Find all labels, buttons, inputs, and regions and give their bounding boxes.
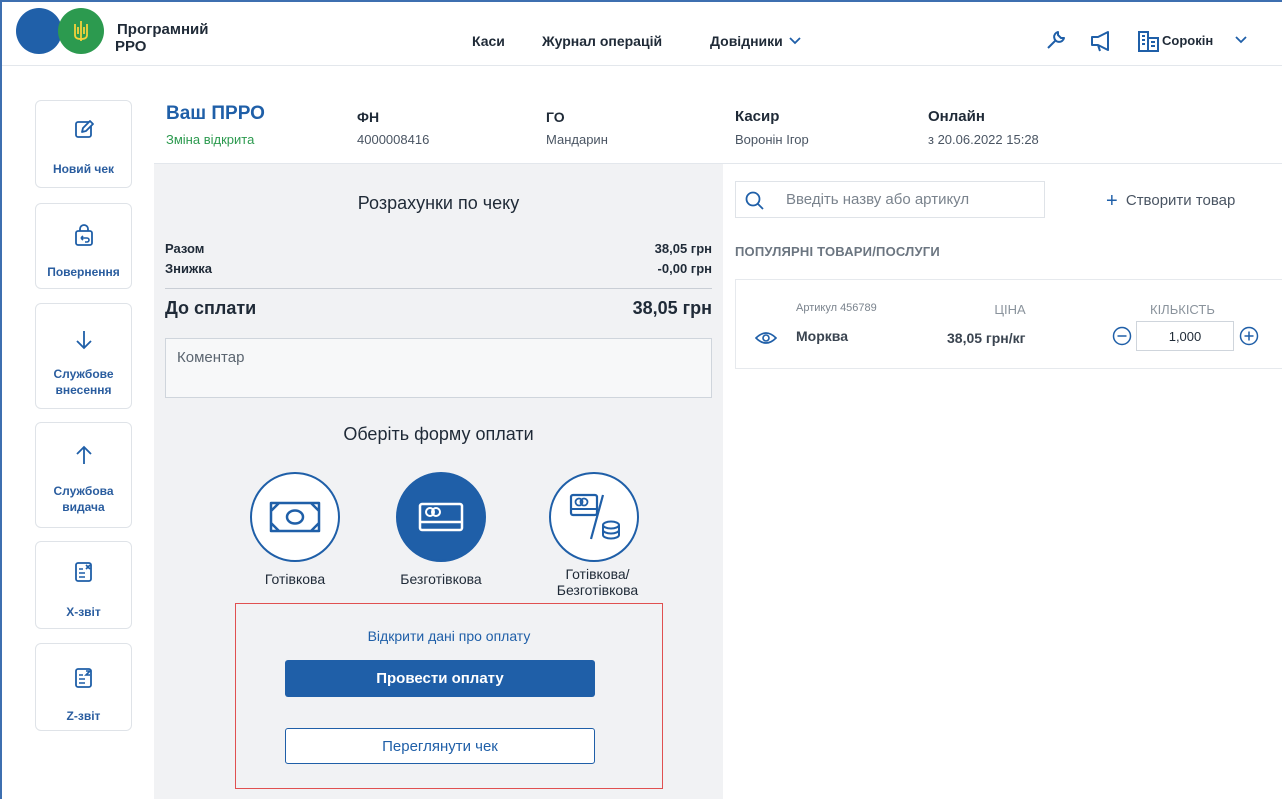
view-receipt-button[interactable]: Переглянути чек (285, 728, 595, 764)
sidebar-item-z-report[interactable]: Z-звіт (35, 643, 132, 731)
plus-icon: + (1106, 190, 1118, 212)
sidebar-item-label: X-звіт (66, 605, 101, 619)
discount-value: -0,00 грн (657, 261, 712, 276)
due-value: 38,05 грн (632, 298, 712, 318)
x-report-icon (74, 562, 92, 582)
nav-references[interactable]: Довідники (710, 33, 801, 49)
megaphone-icon[interactable] (1090, 30, 1114, 52)
eye-icon[interactable] (755, 331, 777, 345)
arrow-up-icon (75, 445, 92, 464)
logo-blue-circle (16, 8, 62, 54)
minus-circle-icon[interactable] (1112, 326, 1132, 346)
return-bag-icon (74, 224, 93, 246)
pay-mixed-label-line1: Готівкова/ (565, 566, 630, 582)
pay-card-button[interactable] (396, 472, 486, 562)
create-product-label: Створити товар (1125, 192, 1236, 209)
due-divider (165, 288, 712, 289)
product-price: 38,05 грн/кг (947, 330, 1026, 346)
top-header: Програмний РРО Каси Журнал операцій Дові… (2, 2, 1282, 66)
nav-cash[interactable]: Каси (472, 33, 505, 49)
cashier-label: Касир (735, 108, 780, 125)
comment-field[interactable]: Коментар (165, 338, 712, 398)
app-title: Програмний РРО (115, 21, 209, 55)
go-value: Мандарин (546, 132, 608, 147)
due-label: До сплати (165, 298, 257, 318)
comment-placeholder: Коментар (177, 349, 245, 366)
create-product-button[interactable]: + Створити товар (1106, 190, 1235, 213)
product-article: Артикул 456789 (796, 302, 877, 314)
sidebar-item-x-report[interactable]: X-звіт (35, 541, 132, 629)
prro-title[interactable]: Ваш ПРРО (166, 103, 265, 125)
price-header: ЦІНА (994, 302, 1026, 317)
chevron-down-icon (1235, 36, 1247, 44)
sidebar-item-label: Z-звіт (66, 709, 101, 723)
pay-mixed-button[interactable] (549, 472, 639, 562)
cashier-value: Воронін Ігор (735, 132, 809, 147)
user-name: Сорокін (1162, 33, 1214, 48)
sidebar-item-label: Повернення (47, 265, 120, 279)
sidebar-item-label: Новий чек (52, 162, 115, 176)
pay-mixed-label: Готівкова/ Безготівкова (540, 566, 655, 598)
card-coins-icon (569, 493, 620, 540)
total-value: 38,05 грн (654, 241, 712, 256)
online-value: з 20.06.2022 15:28 (928, 132, 1039, 147)
plus-circle-icon[interactable] (1239, 326, 1259, 346)
sidebar-item-label-line2: внесення (55, 383, 112, 397)
nav-references-label: Довідники (710, 33, 783, 49)
sidebar-item-return[interactable]: Повернення (35, 203, 132, 289)
sidebar-item-label-line1: Службова (53, 484, 114, 498)
pay-cash-button[interactable] (250, 472, 340, 562)
wrench-icon[interactable] (1044, 28, 1068, 52)
online-label: Онлайн (928, 108, 985, 125)
chevron-down-icon (789, 37, 801, 45)
user-menu[interactable]: Сорокін (1162, 33, 1247, 48)
search-icon (745, 191, 764, 210)
sidebar-item-service-withdrawal[interactable]: Службова видача (35, 422, 132, 528)
arrow-down-icon (75, 331, 92, 350)
make-payment-button[interactable]: Провести оплату (285, 660, 595, 697)
total-label: Разом (165, 241, 205, 256)
receipt-title: Розрахунки по чеку (357, 193, 520, 213)
fn-value: 4000008416 (357, 132, 430, 147)
building-icon[interactable] (1137, 29, 1161, 53)
sidebar-item-label-line2: видача (62, 500, 105, 514)
pay-card-label: Безготівкова (400, 571, 482, 587)
fn-label: ФН (357, 109, 380, 125)
nav-journal[interactable]: Журнал операцій (542, 33, 662, 49)
cash-icon (269, 501, 321, 533)
sidebar-item-service-deposit[interactable]: Службове внесення (35, 303, 132, 409)
sidebar-item-label-line1: Службове (53, 367, 114, 381)
edit-icon (74, 120, 94, 138)
app-title-line1: Програмний (117, 21, 209, 38)
qty-header: КІЛЬКІСТЬ (1150, 302, 1215, 317)
pay-cash-label: Готівкова (264, 571, 326, 587)
search-placeholder: Введіть назву або артикул (786, 191, 970, 208)
z-report-icon (74, 668, 92, 688)
pay-mixed-label-line2: Безготівкова (556, 582, 639, 598)
shift-status: Зміна відкрита (166, 132, 255, 147)
open-payment-data-link[interactable]: Відкрити дані про оплату (235, 628, 663, 644)
go-label: ГО (546, 109, 565, 125)
quantity-input[interactable]: 1,000 (1136, 321, 1234, 351)
payment-method-title: Оберіть форму оплати (343, 424, 534, 444)
sidebar-item-new-receipt[interactable]: Новий чек (35, 100, 132, 188)
popular-products-title: ПОПУЛЯРНІ ТОВАРИ/ПОСЛУГИ (735, 244, 940, 259)
product-search-input[interactable]: Введіть назву або артикул (735, 181, 1045, 218)
app-title-line2: РРО (115, 38, 147, 55)
discount-label: Знижка (165, 261, 212, 276)
card-icon (418, 502, 464, 532)
product-name: Морква (796, 328, 848, 344)
trident-logo-icon (58, 8, 104, 54)
